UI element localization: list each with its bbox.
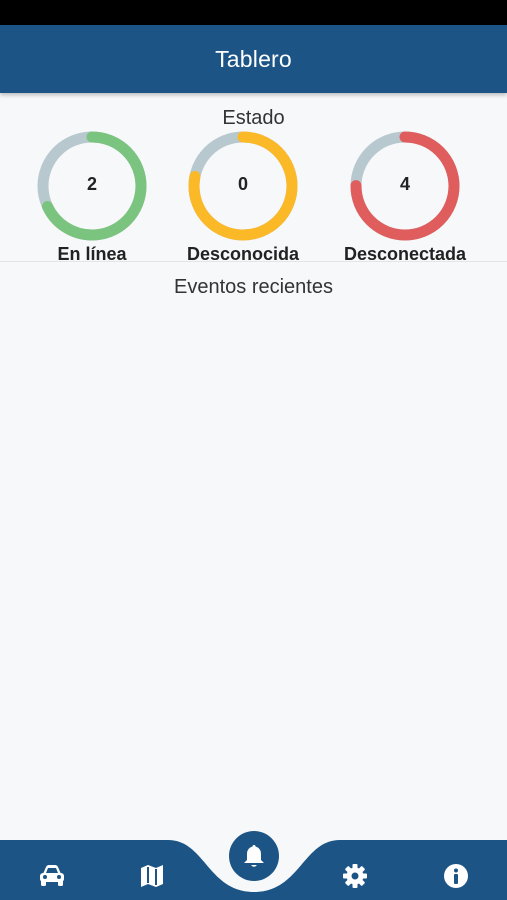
map-icon [141,865,163,887]
info-icon [444,864,468,888]
system-status-bar [0,0,507,25]
gauge-online[interactable]: 2 En línea [17,130,167,264]
gear-icon [343,864,367,888]
gauge-offline[interactable]: 4 Desconectada [330,130,480,264]
gauge-unknown-value: 0 [237,174,248,194]
nav-map-button[interactable] [132,856,172,896]
section-divider [0,261,507,262]
nav-about-button[interactable] [436,856,476,896]
page-title: Tablero [215,45,292,72]
status-section-title: Estado [222,107,285,129]
bell-icon [244,845,264,867]
gauge-unknown[interactable]: 0 Desconocida [168,130,318,264]
nav-settings-button[interactable] [335,856,375,896]
events-section-title: Eventos recientes [174,276,333,298]
events-list [0,310,507,830]
nav-events-button[interactable] [229,831,279,881]
app-bar: Tablero [0,25,507,93]
gauge-online-value: 2 [86,174,97,194]
car-icon [40,865,64,886]
gauge-offline-value: 4 [399,174,410,194]
nav-devices-button[interactable] [32,856,72,896]
